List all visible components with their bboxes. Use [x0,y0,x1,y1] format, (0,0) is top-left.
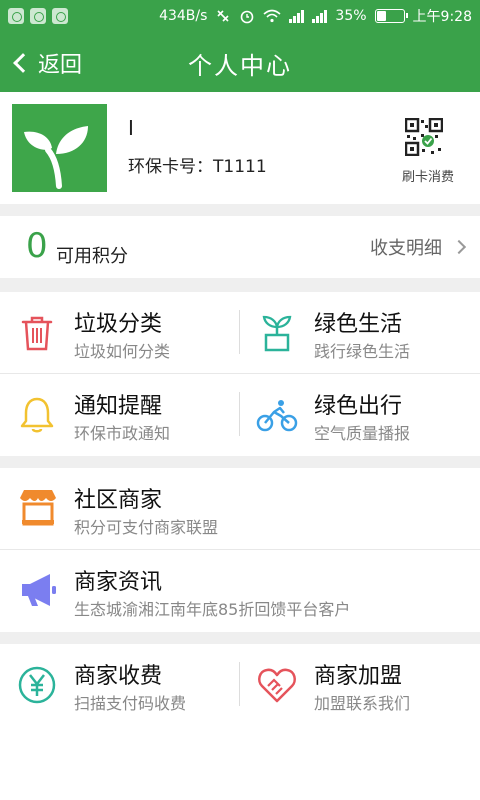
qr-pay-label[interactable]: 刷卡消费 [388,166,468,185]
page-title: 个人中心 [188,52,292,80]
grid-item-title: 商家收费 [74,664,163,689]
grid-item-merchant-charge[interactable]: 商家收费 扫描支付码收费 [0,644,240,726]
battery-percent: 35% [335,8,367,24]
notification-icon [52,8,68,24]
profile-card: I 环保卡号：T1111 刷卡消费 [0,92,480,204]
list-item-merchant-news[interactable]: 商家资讯 生态城渝湘江南年底85折回馈平台客户 [0,550,480,632]
plant-pot-icon [262,315,292,352]
points-value: 0 [26,226,48,266]
grid-item-subtitle: 垃圾如何分类 [74,342,171,361]
heart-handshake-icon [258,668,296,703]
list-item-title: 商家资讯 [74,570,163,595]
user-name: I [128,116,134,140]
grid-item-notifications[interactable]: 通知提醒 环保市政通知 [0,374,240,456]
service-grid: 垃圾分类 垃圾如何分类 绿色生活 践行绿色生活 通知提醒 环保市政通知 绿色出行… [0,292,480,456]
grid-item-subtitle: 扫描支付码收费 [74,694,187,713]
list-item-community-merchants[interactable]: 社区商家 积分可支付商家联盟 [0,468,480,550]
eco-card-number: 环保卡号：T1111 [128,157,267,177]
grid-item-title: 商家加盟 [314,664,403,689]
grid-item-green-travel[interactable]: 绿色出行 空气质量播报 [240,374,480,456]
alarm-icon [241,10,254,24]
avatar[interactable] [12,104,107,192]
bicycle-icon [256,400,298,432]
leaf-logo-icon [24,126,88,189]
megaphone-icon [22,574,56,606]
points-label: 可用积分 [56,246,128,267]
signal-icon [312,9,328,23]
notification-icons [8,8,68,24]
yen-icon [18,666,56,704]
grid-item-subtitle: 践行绿色生活 [314,342,411,361]
notification-icon [8,8,24,24]
signal-icon [289,9,305,23]
shop-icon [20,490,56,526]
grid-item-subtitle: 空气质量播报 [314,424,411,443]
list-item-subtitle: 积分可支付商家联盟 [74,518,219,537]
grid-item-title: 通知提醒 [74,394,163,419]
clock: 上午9:28 [412,9,472,25]
chevron-right-icon [451,239,467,255]
list-item-subtitle: 生态城渝湘江南年底85折回馈平台客户 [74,600,351,619]
page-bottom [0,726,480,800]
status-bar: 434B/s 35% 上午9:28 [0,0,480,32]
trash-icon [21,316,53,351]
merchant-grid: 商家收费 扫描支付码收费 商家加盟 加盟联系我们 [0,644,480,726]
vibrate-icon [217,10,229,22]
grid-item-garbage-sorting[interactable]: 垃圾分类 垃圾如何分类 [0,292,240,374]
network-speed: 434B/s [159,8,208,24]
grid-item-green-life[interactable]: 绿色生活 践行绿色生活 [240,292,480,374]
transaction-detail-link[interactable]: 收支明细 [370,234,467,260]
wifi-icon [263,9,281,23]
battery-icon [374,9,408,23]
grid-item-subtitle: 环保市政通知 [74,424,171,443]
transaction-detail-label: 收支明细 [370,238,442,259]
bell-icon [20,397,54,433]
nav-bar: 返回 个人中心 [0,32,480,92]
points-bar: 0 可用积分 收支明细 [0,216,480,278]
qr-code-icon[interactable] [405,118,443,156]
grid-item-title: 绿色出行 [314,394,403,419]
grid-item-title: 绿色生活 [314,312,403,337]
status-right: 434B/s 35% 上午9:28 [159,6,472,26]
grid-item-subtitle: 加盟联系我们 [314,694,411,713]
list-item-title: 社区商家 [74,488,163,513]
grid-item-merchant-join[interactable]: 商家加盟 加盟联系我们 [240,644,480,726]
grid-item-title: 垃圾分类 [74,312,163,337]
notification-icon [30,8,46,24]
